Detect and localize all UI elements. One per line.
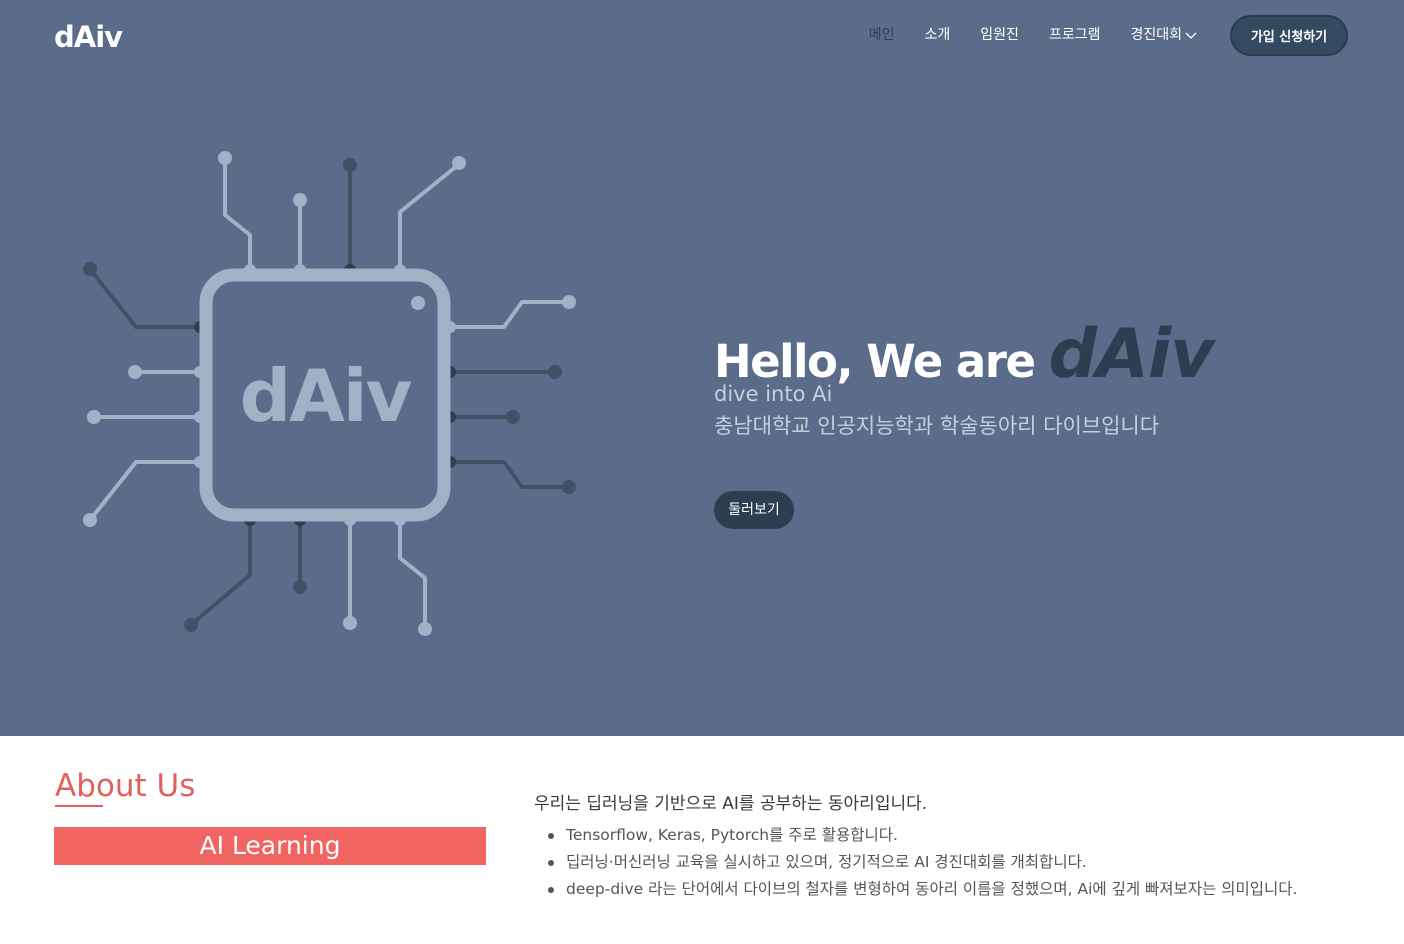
main-nav: 메인 소개 임원진 프로그램 경진대회 [839,24,1198,46]
circuit-trace [398,518,427,630]
hero-subtitle-ko: 충남대학교 인공지능학과 학술동아리 다이브입니다 [714,414,1160,438]
list-item: 딥러닝·머신러닝 교육을 실시하고 있으며, 정기적으로 AI 경진대회를 개최… [548,849,1298,876]
circuit-node [506,410,520,424]
nav-item-main[interactable]: 메인 [869,24,895,46]
about-title: About Us [55,768,196,804]
hero-subtitle-en: dive into Ai [714,382,833,406]
circuit-node [418,622,432,636]
nav-item-contest-label: 경진대회 [1130,27,1182,43]
circuit-node [548,365,562,379]
hero-title-prefix: Hello, We are [714,335,1036,388]
nav-item-program[interactable]: 프로그램 [1049,24,1101,46]
chip-orientation-dot [411,296,425,310]
circuit-trace [398,163,460,272]
circuit-node [83,513,97,527]
about-list: Tensorflow, Keras, Pytorch를 주로 활용합니다. 딥러… [548,822,1298,903]
circuit-node [87,410,101,424]
circuit-trace [448,460,570,489]
circuit-node [343,158,357,172]
chip-logo: dAiv [240,354,412,438]
circuit-trace [190,518,252,626]
hero-section: dAiv 메인 소개 임원진 프로그램 경진대회 가입 신청하기 dAiv He… [0,0,1404,736]
circuit-trace [88,460,202,522]
chip-illustration: dAiv [83,151,576,636]
circuit-node [343,616,357,630]
about-lead: 우리는 딥러닝을 기반으로 AI를 공부하는 동아리입니다. [534,794,928,814]
join-button[interactable]: 가입 신청하기 [1230,15,1348,56]
circuit-trace [223,154,252,272]
circuit-node [184,618,198,632]
circuit-node [562,295,576,309]
circuit-node [293,193,307,207]
circuit-node [452,156,466,170]
list-item: deep-dive 라는 단어에서 다이브의 철자를 변형하여 동아리 이름을 … [548,876,1298,903]
nav-item-officers[interactable]: 임원진 [980,24,1019,46]
circuit-node [293,580,307,594]
circuit-trace [88,267,202,329]
nav-item-intro[interactable]: 소개 [925,24,951,46]
circuit-node [218,151,232,165]
explore-button[interactable]: 둘러보기 [714,491,794,529]
circuit-trace [448,300,570,329]
circuit-node [562,480,576,494]
chevron-down-icon [1185,32,1197,39]
nav-item-contest[interactable]: 경진대회 [1130,24,1198,46]
about-title-underline [55,805,103,807]
circuit-node [128,365,142,379]
ai-learning-banner: AI Learning [54,827,486,865]
circuit-node [83,262,97,276]
list-item: Tensorflow, Keras, Pytorch를 주로 활용합니다. [548,822,1298,849]
hero-title-brand: dAiv [1048,315,1215,394]
logo[interactable]: dAiv [54,20,134,54]
